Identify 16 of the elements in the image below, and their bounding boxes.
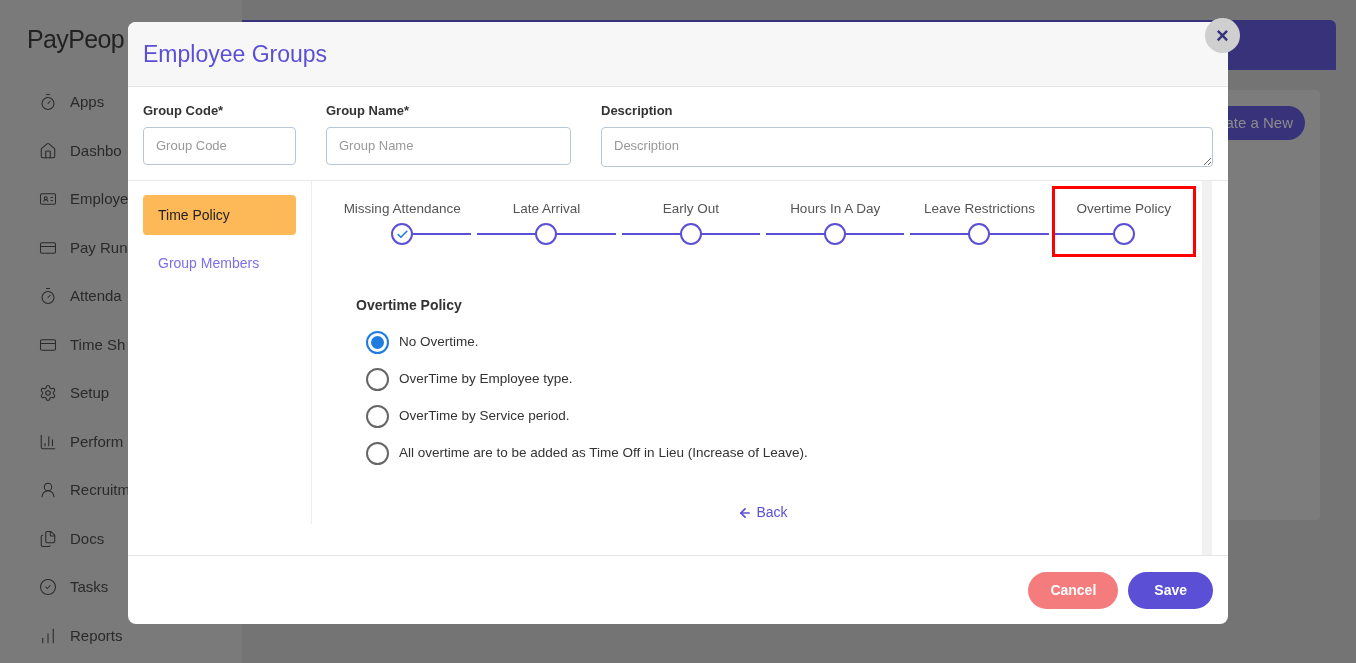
step-label: Early Out xyxy=(662,200,719,218)
step-label: Leave Restrictions xyxy=(923,200,1035,218)
step-label: Overtime Policy xyxy=(1076,200,1172,218)
option-label: No Overtime. xyxy=(399,333,479,352)
option-label: All overtime are to be added as Time Off in Lieu (Increase of Leave). xyxy=(399,444,808,463)
step-label: Missing Attendance xyxy=(343,200,461,218)
step-label: Hours In A Day xyxy=(790,200,881,218)
field-label: Group Code* xyxy=(143,102,225,120)
option-label: OverTime by Employee type. xyxy=(399,370,573,389)
modal-title: Employee Groups xyxy=(143,39,328,69)
field-label: Group Name* xyxy=(326,102,411,120)
section-title: Overtime Policy xyxy=(356,296,463,315)
option-label: OverTime by Service period. xyxy=(399,407,570,426)
field-label: Description xyxy=(601,102,674,120)
logo: PayPeop xyxy=(27,24,125,55)
step-label: Late Arrival xyxy=(512,200,581,218)
